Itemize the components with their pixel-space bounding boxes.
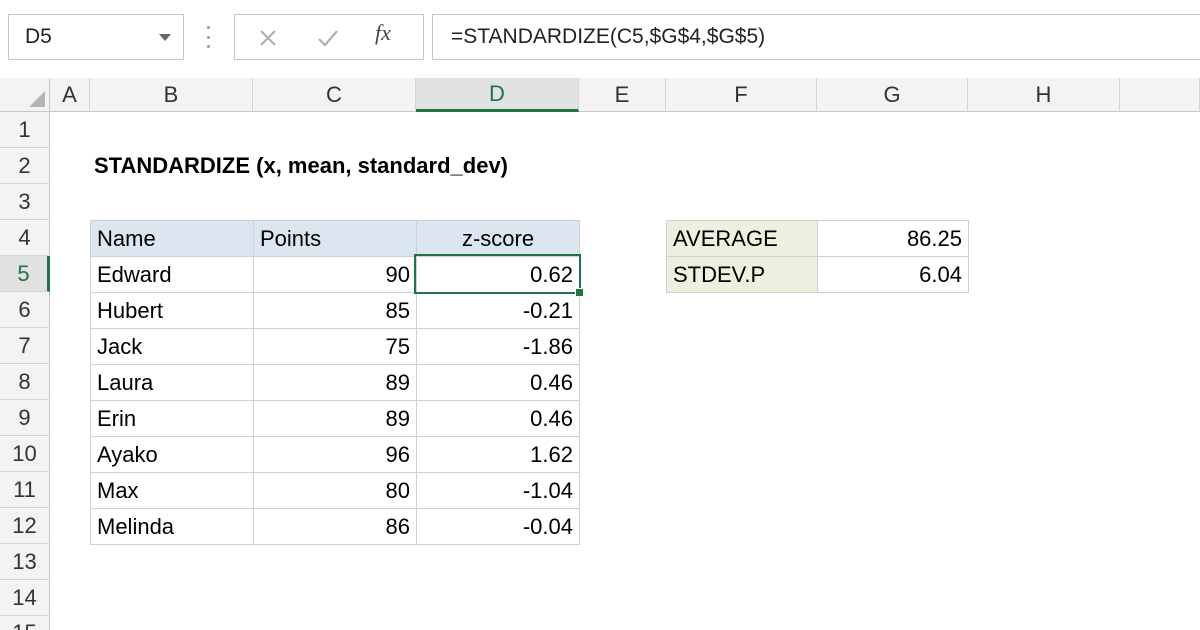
row-header-13[interactable]: 13 (0, 544, 50, 580)
more-options-icon (206, 26, 210, 48)
stat-value-average[interactable]: 86.25 (817, 220, 969, 257)
table-cell-points[interactable]: 85 (253, 292, 417, 329)
table-cell-name[interactable]: Edward (90, 256, 254, 293)
table-cell-points[interactable]: 86 (253, 508, 417, 545)
cancel-icon[interactable] (253, 23, 283, 53)
fill-handle[interactable] (575, 288, 584, 297)
table-cell-name[interactable]: Erin (90, 400, 254, 437)
column-header-e[interactable]: E (579, 78, 666, 112)
table-cell-points[interactable]: 80 (253, 472, 417, 509)
sheet-title[interactable]: STANDARDIZE (x, mean, standard_dev) (90, 148, 690, 184)
row-header-2[interactable]: 2 (0, 148, 50, 184)
chevron-down-icon[interactable] (159, 34, 171, 41)
column-header-d[interactable]: D (416, 78, 579, 112)
stat-value-stdev[interactable]: 6.04 (817, 256, 969, 293)
table-cell-zscore[interactable]: 1.62 (416, 436, 580, 473)
table-header-name[interactable]: Name (90, 220, 254, 257)
row-header-1[interactable]: 1 (0, 112, 50, 148)
table-cell-points[interactable]: 89 (253, 364, 417, 401)
table-cell-name[interactable]: Hubert (90, 292, 254, 329)
table-cell-zscore[interactable]: -1.04 (416, 472, 580, 509)
column-header-c[interactable]: C (253, 78, 416, 112)
row-header-4[interactable]: 4 (0, 220, 50, 256)
column-header-i[interactable]: I (1120, 78, 1200, 112)
row-header-9[interactable]: 9 (0, 400, 50, 436)
table-cell-name[interactable]: Jack (90, 328, 254, 365)
table-cell-points[interactable]: 75 (253, 328, 417, 365)
table-cell-zscore[interactable]: -1.86 (416, 328, 580, 365)
row-header-7[interactable]: 7 (0, 328, 50, 364)
row-header-11[interactable]: 11 (0, 472, 50, 508)
column-header-f[interactable]: F (666, 78, 817, 112)
formula-buttons: fx (234, 14, 424, 60)
row-header-3[interactable]: 3 (0, 184, 50, 220)
row-header-8[interactable]: 8 (0, 364, 50, 400)
active-cell-selection (414, 254, 581, 294)
stat-label-average[interactable]: AVERAGE (666, 220, 818, 257)
row-header-14[interactable]: 14 (0, 580, 50, 616)
table-cell-zscore[interactable]: -0.04 (416, 508, 580, 545)
table-cell-zscore[interactable]: -0.21 (416, 292, 580, 329)
worksheet: A B C D E F G H I 1 2 3 4 5 6 7 8 9 10 1… (0, 78, 1200, 630)
row-header-5[interactable]: 5 (0, 256, 50, 292)
name-box-value: D5 (25, 25, 52, 48)
table-header-points[interactable]: Points (253, 220, 417, 257)
table-cell-points[interactable]: 90 (253, 256, 417, 293)
row-header-15[interactable]: 15 (0, 616, 50, 630)
row-header-10[interactable]: 10 (0, 436, 50, 472)
table-cell-name[interactable]: Laura (90, 364, 254, 401)
table-cell-points[interactable]: 89 (253, 400, 417, 437)
row-header-6[interactable]: 6 (0, 292, 50, 328)
table-header-zscore[interactable]: z-score (416, 220, 580, 257)
column-header-a[interactable]: A (50, 78, 90, 112)
column-header-g[interactable]: G (817, 78, 968, 112)
table-cell-name[interactable]: Melinda (90, 508, 254, 545)
table-cell-name[interactable]: Max (90, 472, 254, 509)
insert-function-icon[interactable]: fx (375, 20, 391, 46)
select-all-corner[interactable] (0, 78, 50, 112)
name-box[interactable]: D5 (8, 14, 184, 60)
table-cell-points[interactable]: 96 (253, 436, 417, 473)
column-header-h[interactable]: H (968, 78, 1120, 112)
formula-input[interactable]: =STANDARDIZE(C5,$G$4,$G$5) (432, 14, 1200, 60)
formula-text: =STANDARDIZE(C5,$G$4,$G$5) (451, 25, 766, 48)
formula-bar: D5 fx =STANDARDIZE(C5,$G$4,$G$5) (0, 0, 1200, 78)
select-all-icon (29, 91, 45, 107)
column-header-b[interactable]: B (90, 78, 253, 112)
enter-icon[interactable] (313, 23, 343, 53)
table-cell-zscore[interactable]: 0.46 (416, 364, 580, 401)
row-header-12[interactable]: 12 (0, 508, 50, 544)
table-cell-name[interactable]: Ayako (90, 436, 254, 473)
stat-label-stdev[interactable]: STDEV.P (666, 256, 818, 293)
table-cell-zscore[interactable]: 0.46 (416, 400, 580, 437)
